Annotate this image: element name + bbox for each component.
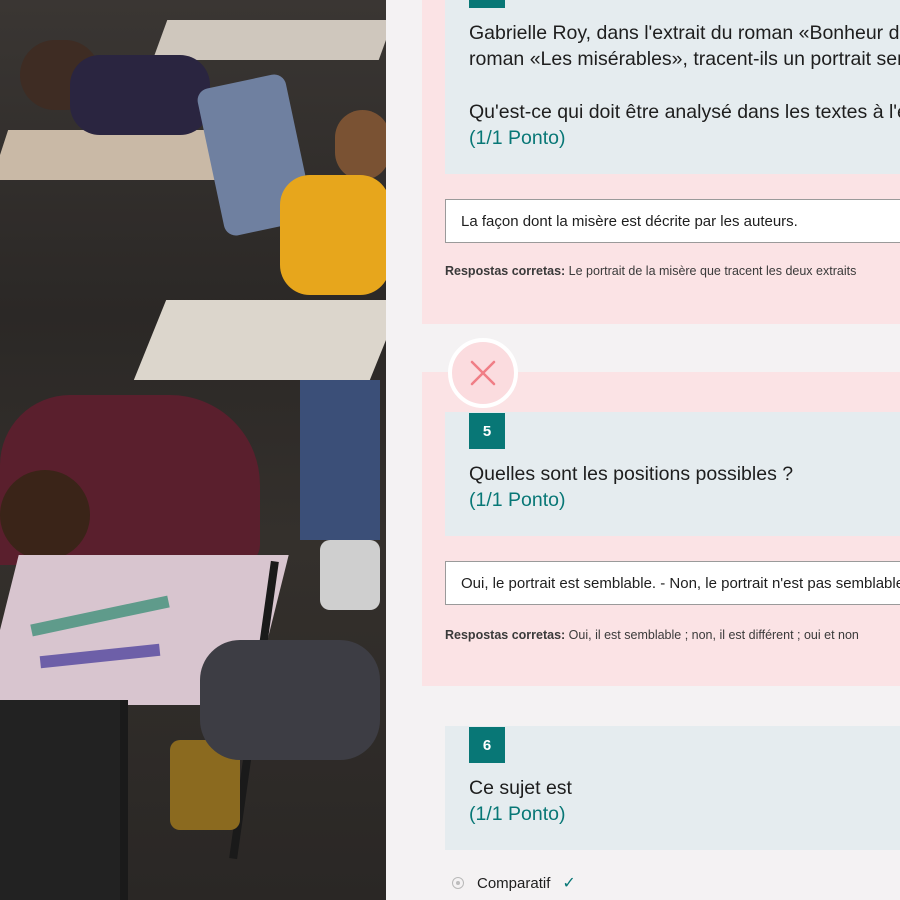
question-text-line2: roman «Les misérables», tracent-ils un p…	[469, 48, 900, 70]
question-text: Quelles sont les positions possibles ?	[469, 463, 794, 485]
option-comparatif[interactable]: Comparatif ✓	[452, 873, 576, 893]
question-number-badge: 5	[469, 413, 505, 449]
correct-answers-text: Oui, il est semblable ; non, il est diff…	[565, 628, 859, 642]
correct-answers: Respostas corretas: Oui, il est semblabl…	[445, 628, 859, 642]
option-label: Comparatif	[477, 874, 551, 892]
checkmark-icon: ✓	[562, 875, 576, 892]
correct-answers-text: Le portrait de la misère que tracent les…	[565, 264, 857, 278]
question-text-line1: Gabrielle Roy, dans l'extrait du roman «…	[469, 22, 900, 44]
question-number-badge: 6	[469, 727, 505, 763]
correct-answers: Respostas corretas: Le portrait de la mi…	[445, 264, 856, 278]
question-points: (1/1 Ponto)	[469, 803, 566, 825]
question-text: Ce sujet est	[469, 777, 572, 799]
quiz-results-panel: Gabrielle Roy, dans l'extrait du roman «…	[386, 0, 900, 900]
question-prompt: Qu'est-ce qui doit être analysé dans les…	[469, 101, 900, 123]
question-points: (1/1 Ponto)	[469, 127, 566, 149]
wrong-answer-badge	[448, 338, 518, 408]
close-icon	[470, 360, 496, 386]
answer-field: La façon dont la misère est décrite par …	[445, 199, 900, 243]
radio-button[interactable]	[452, 877, 464, 889]
question-points: (1/1 Ponto)	[469, 489, 566, 511]
correct-answers-label: Respostas corretas:	[445, 264, 566, 278]
answer-field: Oui, le portrait est semblable. - Non, l…	[445, 561, 900, 605]
students-exam-photo	[0, 0, 386, 900]
question-number-badge	[469, 0, 505, 8]
correct-answers-label: Respostas corretas:	[445, 628, 566, 642]
